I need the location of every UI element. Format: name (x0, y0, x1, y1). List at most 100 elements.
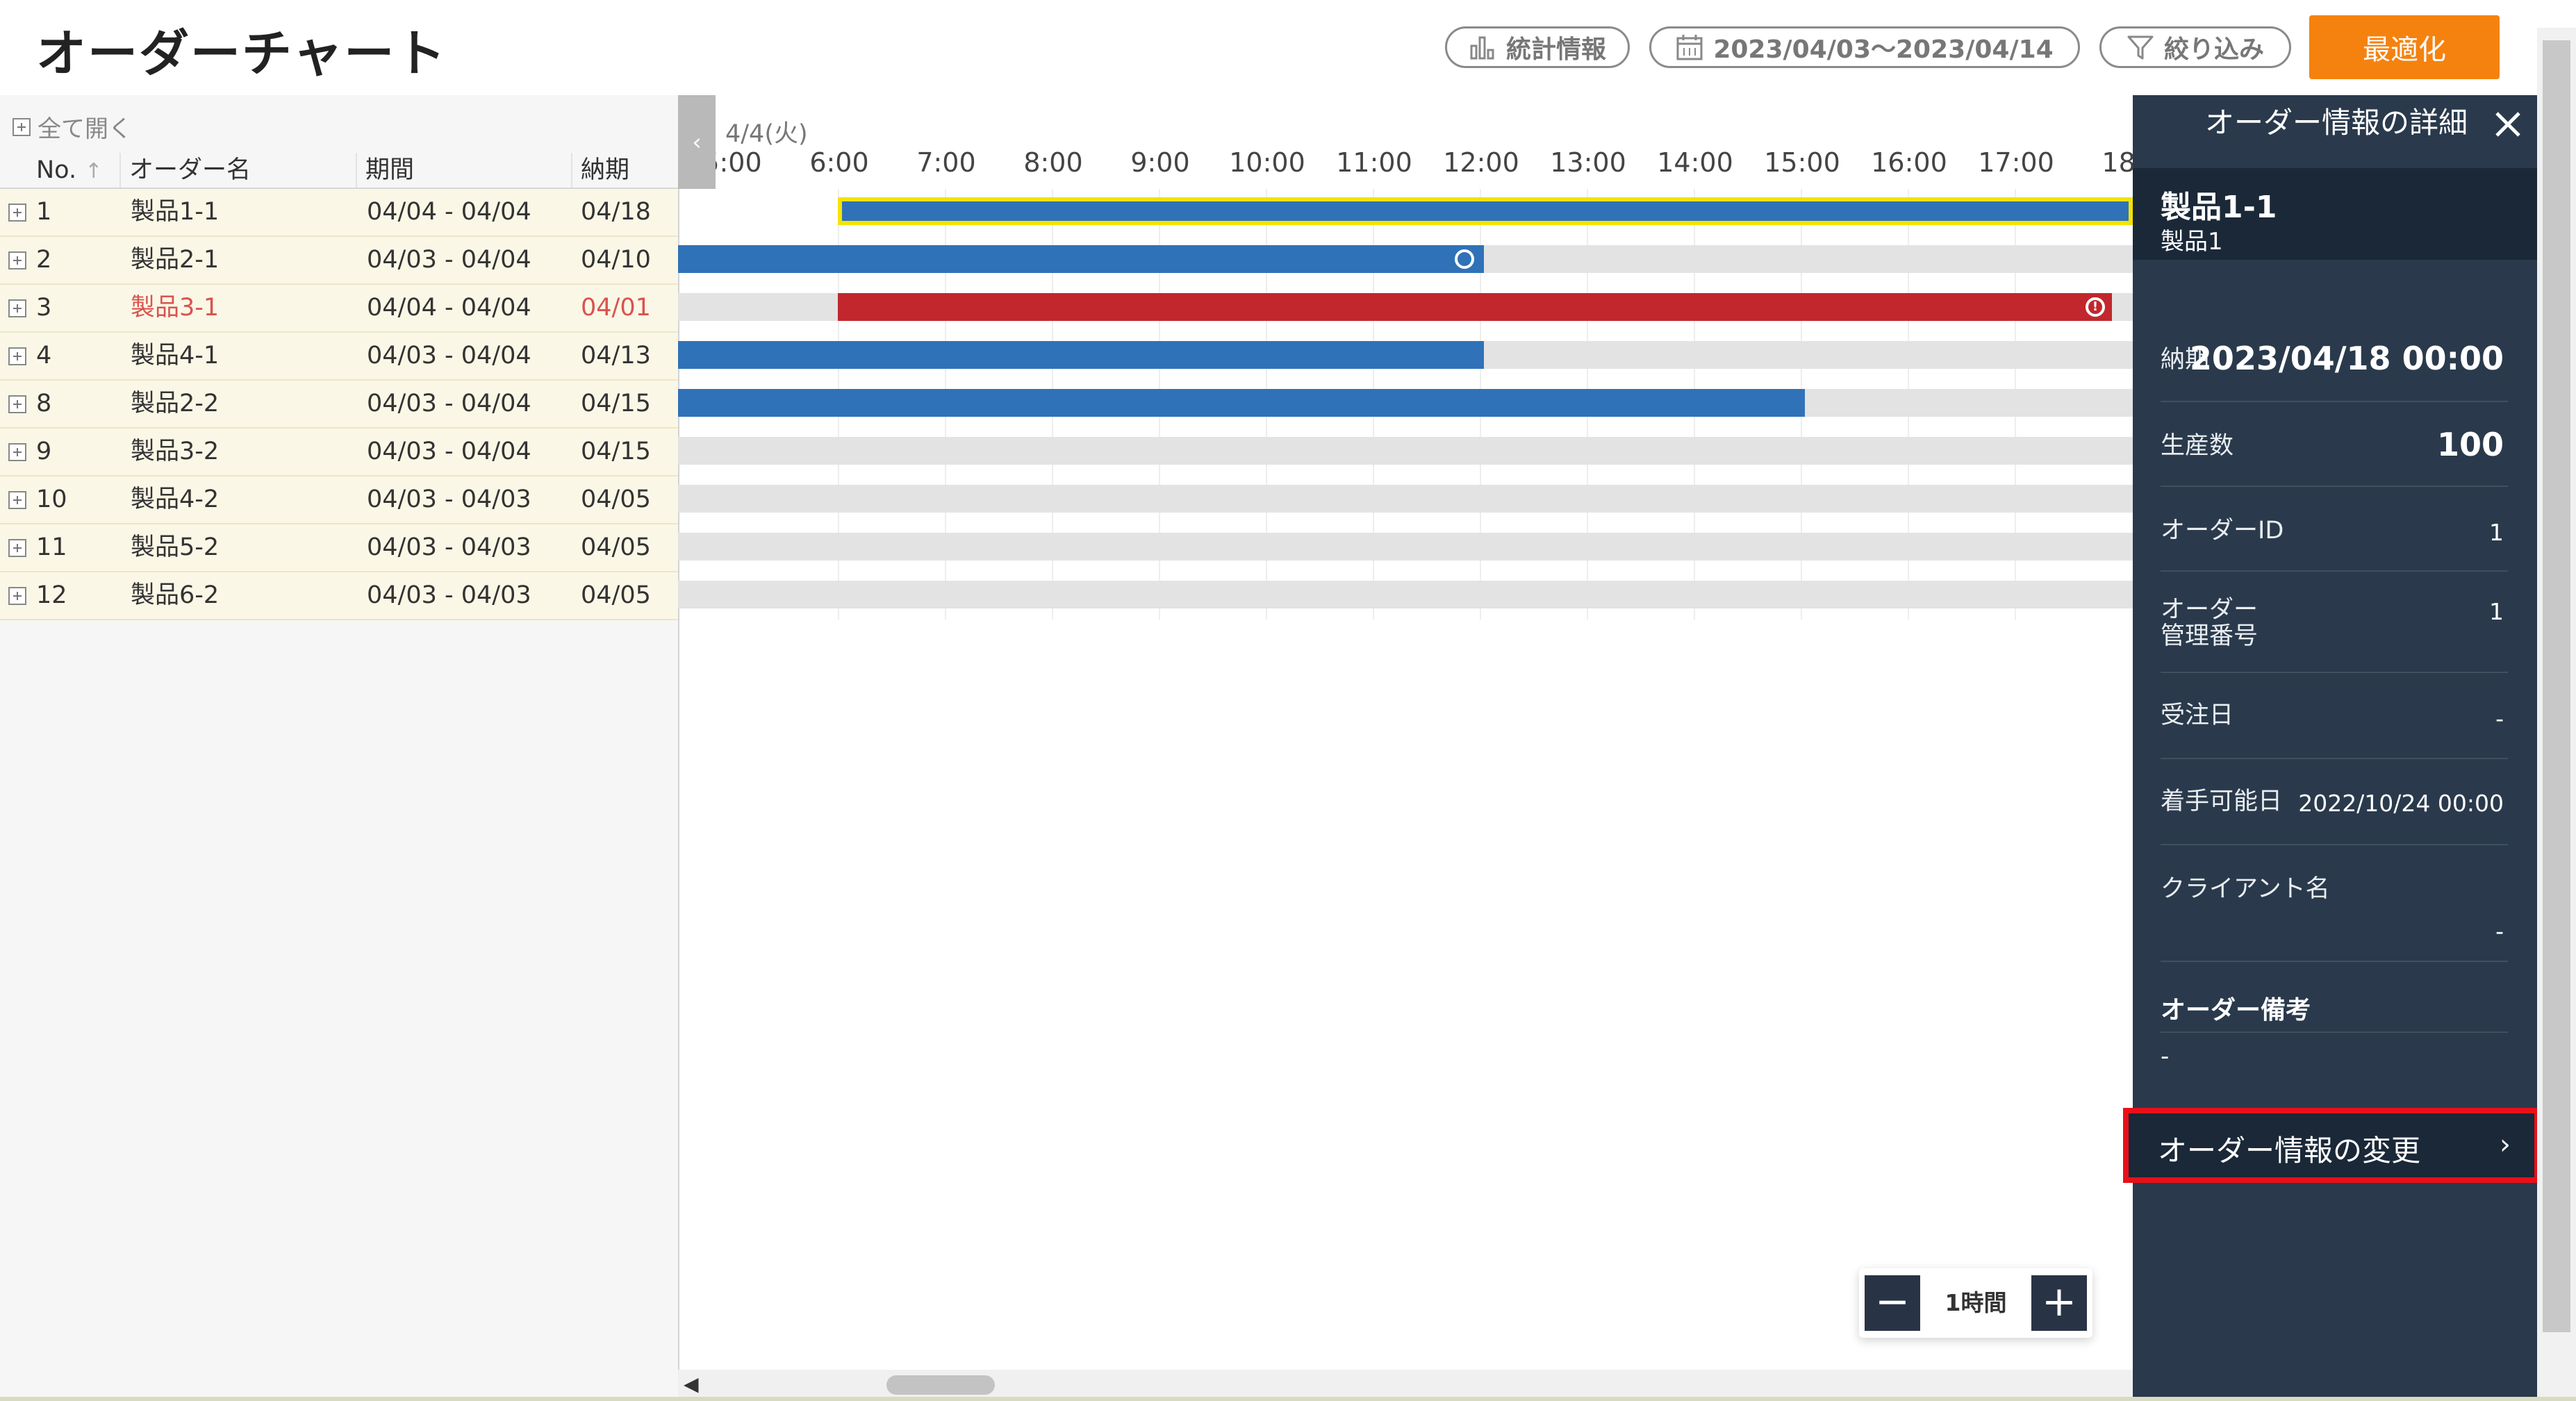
row-expand-icon[interactable] (8, 395, 26, 413)
table-row[interactable]: 2 製品2-1 04/03 - 04/04 04/10 (0, 237, 678, 285)
row-due: 04/05 (581, 533, 651, 561)
gantt-bar[interactable] (678, 389, 1805, 417)
sort-arrow-icon: ↑ (85, 159, 103, 183)
row-period: 04/04 - 04/04 (367, 198, 531, 226)
table-row[interactable]: 8 製品2-2 04/03 - 04/04 04/15 (0, 381, 678, 429)
col-no[interactable]: No. ↑ (0, 153, 119, 188)
hour-tick: 9:00 (1130, 147, 1190, 178)
vertical-scrollbar-thumb[interactable] (2543, 40, 2570, 1332)
table-row[interactable]: 9 製品3-2 04/03 - 04/04 04/15 (0, 429, 678, 476)
row-no: 11 (36, 533, 67, 561)
start-date-field: 着手可能日 2022/10/24 00:00 (2161, 758, 2508, 845)
client-field: クライアント名 - (2161, 844, 2508, 962)
management-number-field: オーダー 管理番号 1 (2161, 570, 2508, 673)
bottom-border (0, 1397, 2576, 1401)
table-row[interactable]: 1 製品1-1 04/04 - 04/04 04/18 (0, 189, 678, 237)
chevron-left-icon: ‹ (692, 128, 702, 156)
col-no-label: No. (36, 156, 77, 184)
chevron-right-icon: › (2500, 1129, 2511, 1161)
col-name[interactable]: オーダー名 (119, 153, 356, 188)
row-expand-icon[interactable] (8, 204, 26, 222)
order-detail-panel: オーダー情報の詳細 製品1-1 製品1 納期 2023/04/18 00:00 … (2123, 95, 2540, 1397)
date-range-button[interactable]: 2023/04/03〜2023/04/14 (1649, 26, 2080, 68)
zoom-out-button[interactable]: − (1865, 1275, 1920, 1331)
product-subtitle: 製品1 (2161, 228, 2223, 256)
row-expand-icon[interactable] (8, 347, 26, 365)
table-row[interactable]: 11 製品5-2 04/03 - 04/03 04/05 (0, 524, 678, 572)
due-field: 納期 2023/04/18 00:00 (2161, 324, 2508, 402)
hour-tick: 10:00 (1229, 147, 1305, 178)
table-row[interactable]: 4 製品4-1 04/03 - 04/04 04/13 (0, 333, 678, 381)
hour-tick: 8:00 (1023, 147, 1083, 178)
vertical-scrollbar[interactable] (2537, 28, 2576, 1399)
date-range-label: 2023/04/03〜2023/04/14 (1713, 35, 2054, 64)
row-no: 4 (36, 342, 52, 370)
row-due: 04/18 (581, 198, 651, 226)
hour-tick: 11:00 (1336, 147, 1412, 178)
row-expand-icon[interactable] (8, 299, 26, 317)
row-due: 04/15 (581, 390, 651, 417)
received-date-value: - (2495, 705, 2504, 732)
detail-title: オーダー情報の詳細 (2205, 106, 2468, 140)
change-order-button[interactable]: オーダー情報の変更 › (2123, 1108, 2540, 1183)
gantt-bar[interactable] (678, 245, 1484, 273)
row-expand-icon[interactable] (8, 491, 26, 509)
row-expand-icon[interactable] (8, 251, 26, 270)
collapse-list-button[interactable]: ‹ (678, 95, 716, 189)
hour-tick: 14:00 (1657, 147, 1733, 178)
row-expand-icon[interactable] (8, 587, 26, 605)
filter-button[interactable]: 絞り込み (2099, 26, 2291, 68)
row-name: 製品1-1 (131, 198, 220, 226)
management-label-2: 管理番号 (2161, 622, 2259, 650)
row-period: 04/04 - 04/04 (367, 294, 531, 322)
row-no: 2 (36, 246, 52, 274)
received-date-field: 受注日 - (2161, 672, 2508, 759)
remarks-value: - (2161, 1043, 2170, 1070)
col-period[interactable]: 期間 (356, 153, 571, 188)
product-title: 製品1-1 (2161, 190, 2277, 225)
table-row[interactable]: 12 製品6-2 04/03 - 04/03 04/05 (0, 572, 678, 620)
gantt-bar-alert[interactable]: ! (838, 293, 2112, 321)
hour-tick: 6:00 (809, 147, 869, 178)
gantt-bar[interactable] (678, 341, 1484, 369)
row-name: 製品3-1 (131, 294, 220, 322)
client-label: クライアント名 (2161, 875, 2330, 903)
stats-button[interactable]: 統計情報 (1445, 26, 1630, 68)
row-no: 3 (36, 294, 52, 322)
row-name: 製品3-2 (131, 438, 220, 465)
hour-tick: 15:00 (1764, 147, 1840, 178)
table-row[interactable]: 10 製品4-2 04/03 - 04/03 04/05 (0, 476, 678, 524)
row-expand-icon[interactable] (8, 539, 26, 557)
filter-icon (2127, 35, 2154, 60)
horizontal-scrollbar[interactable]: ◀ (678, 1370, 2133, 1399)
close-icon[interactable] (2488, 105, 2527, 144)
order-id-value: 1 (2489, 519, 2504, 546)
expand-all-label: 全て開く (38, 115, 132, 143)
row-expand-icon[interactable] (8, 443, 26, 461)
gantt-chart: ! (678, 189, 2133, 1370)
hour-tick: 17:00 (1978, 147, 2054, 178)
hour-tick: 12:00 (1443, 147, 1519, 178)
col-due[interactable]: 納期 (571, 153, 678, 188)
zoom-level: 1時間 (1945, 1289, 2007, 1316)
quantity-field: 生産数 100 (2161, 401, 2508, 487)
optimize-button[interactable]: 最適化 (2309, 15, 2500, 79)
order-id-field: オーダーID 1 (2161, 486, 2508, 572)
scroll-left-icon[interactable]: ◀ (684, 1373, 699, 1395)
detail-header: オーダー情報の詳細 (2133, 95, 2537, 179)
hour-tick: 18: (2102, 147, 2133, 178)
row-period: 04/03 - 04/03 (367, 581, 531, 609)
row-period: 04/03 - 04/03 (367, 533, 531, 561)
scrollbar-thumb[interactable] (886, 1375, 995, 1395)
row-name: 製品4-1 (131, 342, 220, 370)
gantt-bar-selected[interactable] (838, 197, 2133, 225)
row-period: 04/03 - 04/03 (367, 486, 531, 513)
received-date-label: 受注日 (2161, 702, 2234, 729)
quantity-label: 生産数 (2161, 432, 2234, 460)
table-row[interactable]: 3 製品3-1 04/04 - 04/04 04/01 (0, 285, 678, 333)
product-block: 製品1-1 製品1 (2133, 168, 2537, 260)
zoom-in-button[interactable]: + (2031, 1275, 2087, 1331)
expand-all-button[interactable]: 全て開く (13, 110, 132, 144)
row-due: 04/13 (581, 342, 651, 370)
row-no: 9 (36, 438, 52, 465)
